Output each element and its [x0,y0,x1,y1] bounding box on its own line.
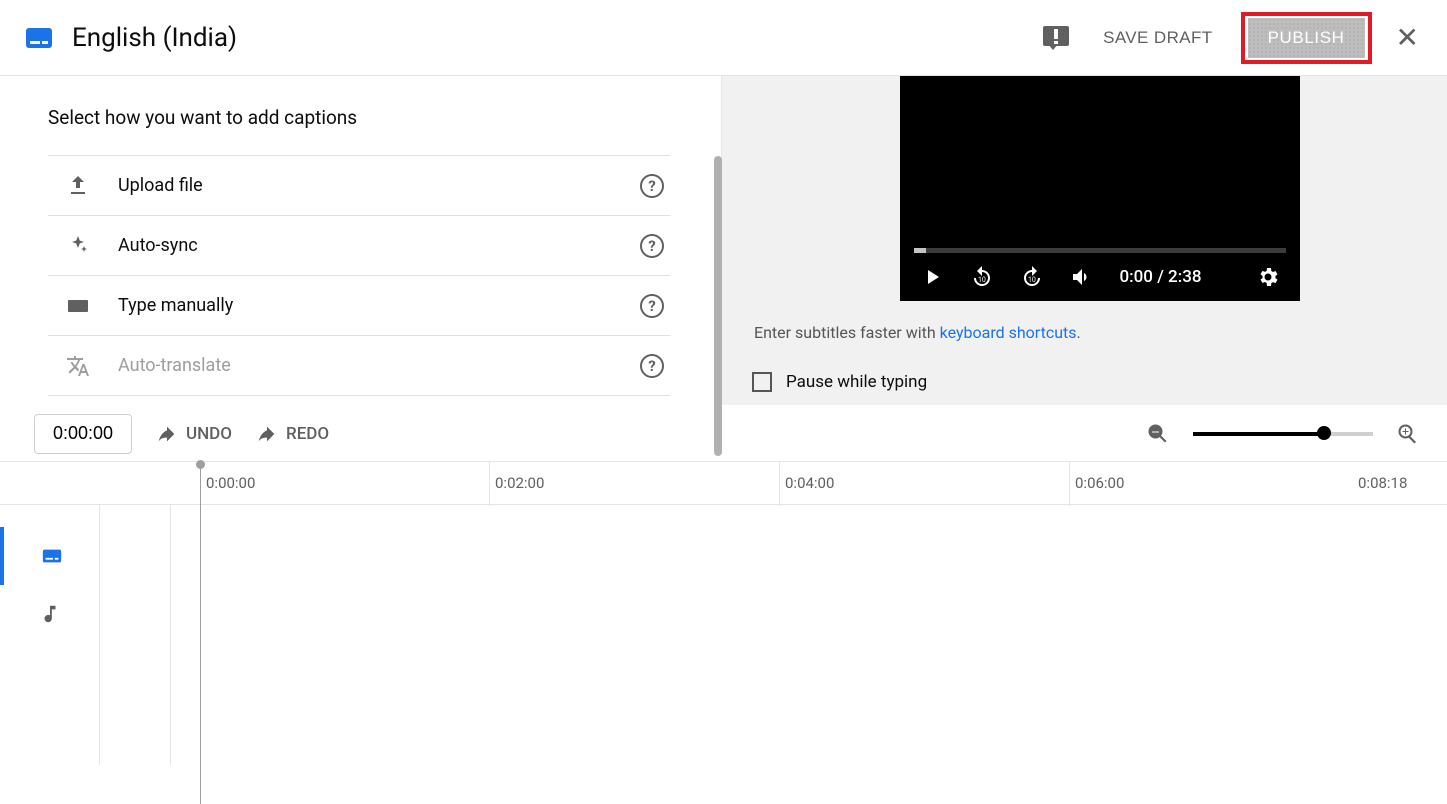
caption-method-pane: Select how you want to add captions Uplo… [0,76,722,405]
feedback-icon[interactable] [1043,26,1069,50]
help-icon[interactable]: ? [640,234,664,258]
timeline-tick: 0:02:00 [495,474,544,492]
timeline-tick: 0:06:00 [1075,474,1124,492]
close-icon[interactable]: ✕ [1390,15,1425,60]
scrollbar[interactable] [714,156,722,456]
translate-icon [66,354,90,378]
header-bar: English (India) SAVE DRAFT PUBLISH ✕ [0,0,1447,76]
timeline-ruler[interactable]: 0:00:00 0:02:00 0:04:00 0:06:00 0:08:18 [0,461,1447,505]
video-preview[interactable]: 10 10 0:00 / 2:38 [900,76,1300,301]
svg-text:10: 10 [1028,276,1036,284]
caption-track-button[interactable] [0,527,100,585]
redo-button[interactable]: REDO [256,423,329,445]
option-label: Type manually [118,295,233,316]
caption-method-list: Upload file ? Auto-sync ? Type manually … [48,155,670,396]
preview-pane: 10 10 0:00 / 2:38 Enter subtitles faster… [722,76,1447,405]
option-label: Auto-translate [118,355,231,376]
pause-while-typing-checkbox[interactable] [752,372,772,392]
zoom-slider[interactable] [1193,432,1373,436]
option-label: Auto-sync [118,235,198,256]
keyboard-shortcuts-link[interactable]: keyboard shortcuts [940,323,1077,342]
current-time-input[interactable] [34,414,132,454]
rewind-10-icon[interactable]: 10 [964,259,1000,295]
subtitle-icon [26,28,52,48]
zoom-in-icon[interactable] [1395,421,1421,447]
help-icon[interactable]: ? [640,294,664,318]
help-icon[interactable]: ? [640,354,664,378]
audio-track-button[interactable] [0,585,100,643]
save-draft-button[interactable]: SAVE DRAFT [1097,27,1218,49]
upload-icon [66,174,90,198]
timeline-tick: 0:04:00 [785,474,834,492]
option-upload-file[interactable]: Upload file ? [48,156,670,216]
option-auto-translate: Auto-translate ? [48,336,670,396]
video-time: 0:00 / 2:38 [1120,267,1202,287]
help-icon[interactable]: ? [640,174,664,198]
option-auto-sync[interactable]: Auto-sync ? [48,216,670,276]
undo-button[interactable]: UNDO [156,423,232,445]
publish-highlight: PUBLISH [1241,12,1372,64]
sparkle-icon [66,234,90,258]
timeline-tick: 0:08:18 [1358,474,1407,492]
timeline-canvas[interactable] [100,505,1447,765]
option-type-manually[interactable]: Type manually ? [48,276,670,336]
timeline-toolbar: UNDO REDO [0,405,1447,461]
track-rail [0,505,100,765]
keyboard-icon [66,294,90,318]
caption-method-heading: Select how you want to add captions [48,106,721,129]
settings-gear-icon[interactable] [1250,259,1286,295]
svg-text:10: 10 [978,276,986,284]
forward-10-icon[interactable]: 10 [1014,259,1050,295]
play-icon[interactable] [914,259,950,295]
option-label: Upload file [118,175,203,196]
timeline-tick: 0:00:00 [206,474,255,492]
shortcut-tip: Enter subtitles faster with keyboard sho… [754,323,1447,342]
volume-icon[interactable] [1064,259,1100,295]
pause-while-typing-label: Pause while typing [786,372,927,392]
page-title: English (India) [72,23,237,53]
zoom-out-icon[interactable] [1145,421,1171,447]
publish-button[interactable]: PUBLISH [1248,18,1365,58]
